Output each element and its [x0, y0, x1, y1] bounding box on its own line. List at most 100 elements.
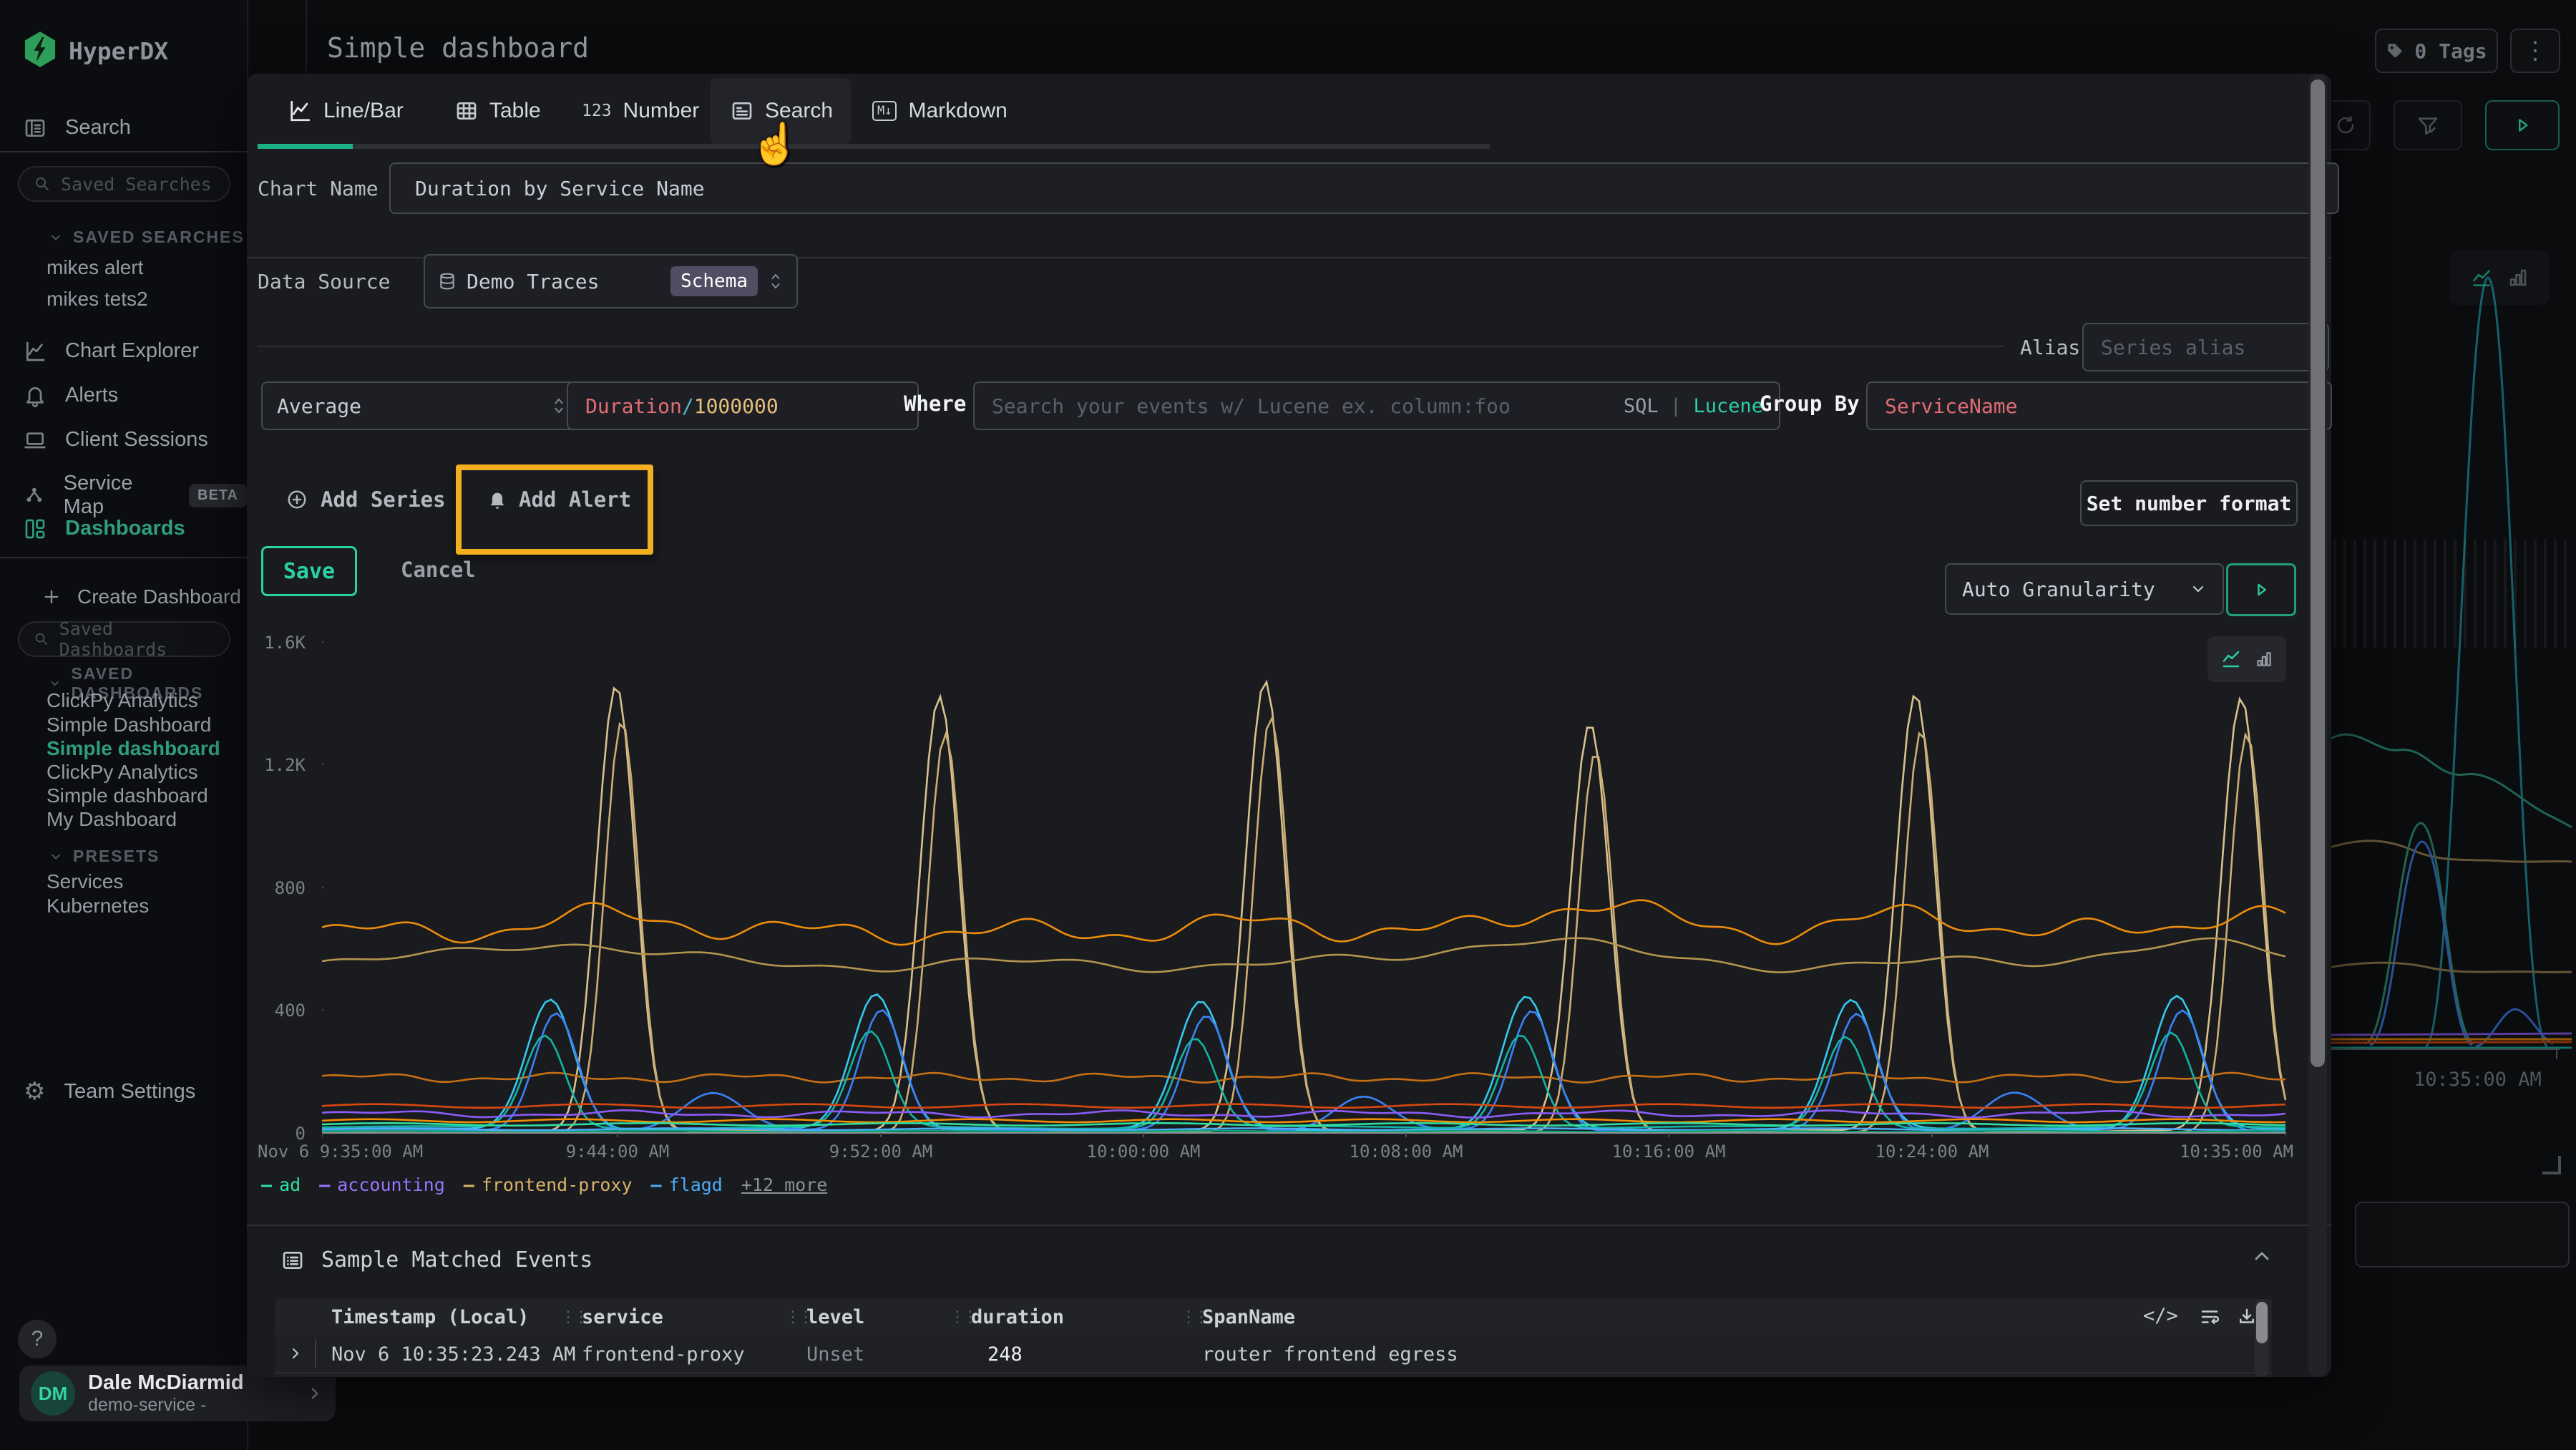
wrap-text-icon[interactable]: [2199, 1306, 2220, 1328]
filter-button[interactable]: [2394, 100, 2462, 150]
group-by-field[interactable]: ServiceName: [1866, 381, 2332, 430]
play-icon: [2512, 115, 2533, 136]
dashboard-item[interactable]: ClickPy Analytics: [47, 689, 198, 712]
legend-dash: —: [319, 1174, 330, 1195]
table-scrollbar-thumb[interactable]: [2256, 1302, 2268, 1343]
brand-name[interactable]: HyperDX: [69, 37, 168, 65]
presets-header[interactable]: PRESETS: [49, 847, 160, 866]
background-input[interactable]: [2355, 1202, 2570, 1267]
mouse-cursor-hand: ☝: [750, 120, 800, 167]
dashboard-item[interactable]: ClickPy Analytics: [47, 761, 198, 784]
topbar-divider: [306, 0, 307, 74]
series-gold-mid: [322, 938, 2285, 973]
dashboards-icon: [24, 517, 47, 540]
table-row[interactable]: Nov 6 10:35:23.243 AM frontend-proxy Uns…: [275, 1335, 2272, 1372]
plus-icon: [42, 587, 62, 607]
main-chart[interactable]: [322, 632, 2286, 1137]
gear-icon: ⚙: [24, 1079, 45, 1104]
table-row[interactable]: Nov 6 10:35:23.243 AM frontend-proxy Uns…: [275, 1372, 2272, 1377]
expr-field: Duration: [585, 394, 682, 418]
tab-line-bar[interactable]: Line/Bar: [288, 77, 404, 145]
expr-num: 1000000: [694, 394, 779, 418]
preset-item[interactable]: Services: [47, 870, 123, 893]
sidebar-item-dashboards[interactable]: Dashboards: [24, 517, 185, 540]
where-search-field[interactable]: SQL | Lucene: [973, 381, 1780, 430]
tab-number[interactable]: 123 Number: [582, 77, 699, 145]
background-run-button[interactable]: [2485, 100, 2560, 150]
dashboard-item-active[interactable]: Simple dashboard: [47, 737, 220, 760]
dashboard-item[interactable]: My Dashboard: [47, 808, 177, 831]
col-duration[interactable]: duration: [971, 1306, 1064, 1328]
aggregation-operator-select[interactable]: Average: [261, 381, 582, 430]
legend-dash: —: [261, 1174, 272, 1195]
help-button[interactable]: ?: [18, 1320, 57, 1358]
sidebar-item-service-map[interactable]: Service Map BETA: [24, 472, 247, 519]
sql-lucene-toggle[interactable]: SQL | Lucene: [1624, 395, 1763, 417]
expand-row-icon[interactable]: [287, 1345, 304, 1362]
legend-item-accounting[interactable]: —accounting: [319, 1174, 445, 1195]
saved-searches-header[interactable]: SAVED SEARCHES: [49, 228, 245, 247]
legend-item-flagd[interactable]: —flagd: [651, 1174, 723, 1195]
brand-logo[interactable]: [24, 31, 57, 71]
expression-field[interactable]: Duration/1000000: [567, 381, 919, 430]
saved-searches-search[interactable]: Saved Searches: [18, 166, 230, 202]
sidebar-item-team-settings[interactable]: ⚙ Team Settings: [24, 1079, 195, 1104]
sidebar-item-client-sessions[interactable]: Client Sessions: [24, 428, 208, 452]
filter-icon: [2416, 114, 2439, 137]
run-query-button[interactable]: [2226, 563, 2296, 616]
alias-field[interactable]: [2082, 323, 2329, 371]
more-menu-button[interactable]: ⋮: [2510, 29, 2560, 73]
sidebar-item-alerts[interactable]: Alerts: [24, 384, 118, 407]
col-spanname[interactable]: SpanName: [1202, 1306, 1295, 1328]
set-number-format-button[interactable]: Set number format: [2080, 480, 2298, 526]
sample-events-header: Sample Matched Events: [281, 1247, 592, 1273]
x-tick: Nov 6 9:35:00 AM: [258, 1142, 423, 1162]
table-scrollbar[interactable]: [2255, 1299, 2269, 1377]
create-dashboard-button[interactable]: Create Dashboard: [42, 585, 241, 608]
dashboard-item[interactable]: Simple dashboard: [47, 784, 208, 807]
cancel-button[interactable]: Cancel: [401, 558, 476, 582]
modal-scrollbar[interactable]: [2308, 74, 2327, 1377]
legend-more-link[interactable]: +12 more: [741, 1174, 827, 1195]
col-timestamp[interactable]: Timestamp (Local): [331, 1306, 529, 1328]
data-source-select[interactable]: Demo Traces Schema: [424, 254, 798, 308]
save-button[interactable]: Save: [261, 546, 357, 596]
sidebar-item-chart-explorer[interactable]: Chart Explorer: [24, 339, 199, 363]
modal-divider: [247, 1225, 2331, 1226]
markdown-tab-icon: M↓: [872, 101, 897, 121]
alias-input: [2099, 335, 2312, 360]
sidebar-item-search[interactable]: Search: [24, 116, 131, 140]
saved-searches-placeholder: Saved Searches: [61, 174, 212, 195]
bell-icon: [24, 384, 47, 407]
modal-scrollbar-thumb[interactable]: [2311, 79, 2325, 1067]
collapse-section-button[interactable]: [2250, 1245, 2273, 1271]
legend-item-ad[interactable]: —ad: [261, 1174, 301, 1195]
legend-dash: —: [651, 1174, 662, 1195]
preset-item[interactable]: Kubernetes: [47, 895, 149, 918]
tab-underline-track: [258, 144, 1490, 149]
cell-spanname: router frontend egress: [1202, 1343, 1458, 1366]
background-chart: [2328, 243, 2576, 1090]
page-title[interactable]: Simple dashboard: [327, 32, 589, 64]
add-series-button[interactable]: Add Series: [286, 487, 446, 512]
add-alert-button[interactable]: Add Alert: [487, 487, 631, 512]
col-level[interactable]: level: [806, 1306, 864, 1328]
data-source-label: Data Source: [258, 270, 390, 293]
view-source-icon[interactable]: </>: [2143, 1305, 2178, 1327]
user-org: demo-service -: [88, 1395, 293, 1416]
tab-markdown[interactable]: M↓ Markdown: [872, 77, 1008, 145]
x-tick: 10:16:00 AM: [1612, 1142, 1726, 1162]
chart-name-field[interactable]: [389, 162, 2339, 214]
dashboard-item[interactable]: Simple Dashboard: [47, 714, 211, 736]
tags-button[interactable]: 0 Tags: [2375, 29, 2498, 73]
granularity-select[interactable]: Auto Granularity: [1945, 563, 2224, 615]
col-service[interactable]: service: [582, 1306, 663, 1328]
saved-search-item[interactable]: mikes tets2: [47, 288, 148, 311]
sidebar: HyperDX Search Saved Searches SAVED SEAR…: [0, 0, 248, 1450]
legend-item-frontend-proxy[interactable]: —frontend-proxy: [464, 1174, 633, 1195]
resize-handle[interactable]: [2542, 1156, 2561, 1174]
saved-search-item[interactable]: mikes alert: [47, 256, 143, 279]
alias-label: Alias: [2020, 336, 2080, 359]
tab-table[interactable]: Table: [455, 77, 541, 145]
saved-dashboards-search[interactable]: Saved Dashboards: [18, 621, 230, 657]
